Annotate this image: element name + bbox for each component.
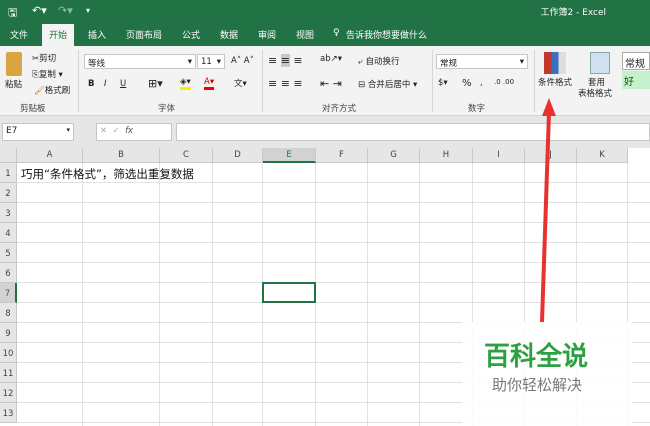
- watermark: 百科全说 助你轻松解决: [462, 322, 632, 426]
- watermark-title: 百科全说: [484, 342, 589, 372]
- watermark-subtitle: 助你轻松解决: [492, 376, 583, 394]
